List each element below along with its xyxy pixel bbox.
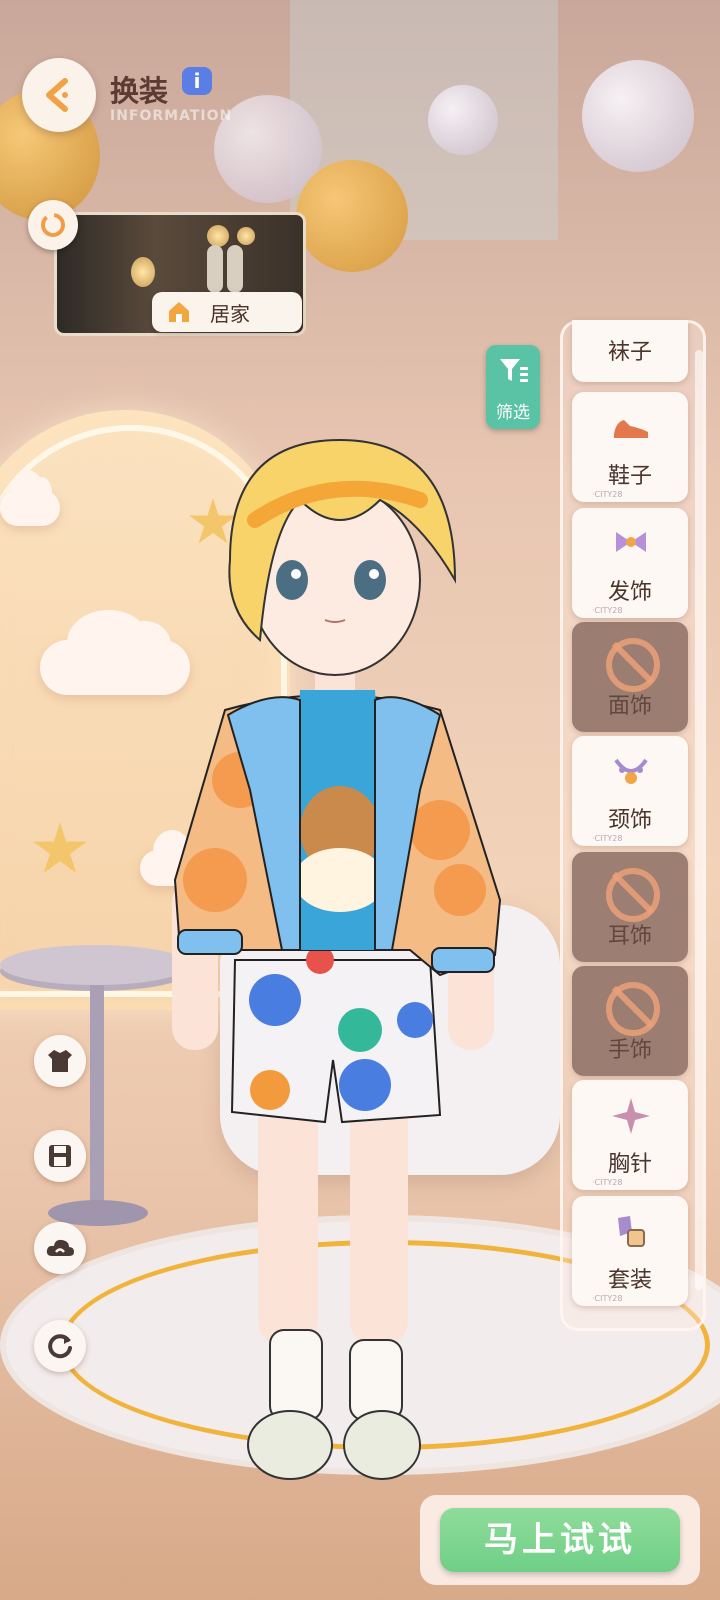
outfit-set-icon [618,1216,645,1247]
lamp-decor [227,245,243,293]
cloud-icon [46,1239,74,1256]
save-icon [49,1145,71,1167]
swap-scene-button[interactable] [28,200,78,250]
page-title: 换装 [110,74,169,108]
necklace-icon [614,758,648,784]
lamp-decor [207,225,229,247]
try-now-button[interactable]: 马上试试 [440,1508,680,1572]
category-tag: ·CITY28 [592,1294,623,1303]
category-hand-accessory[interactable]: 手饰 [572,966,688,1076]
category-necklace[interactable]: 颈饰 ·CITY28 [572,736,688,846]
category-label: 手饰 [607,1038,652,1063]
category-tag: ·CITY28 [592,606,623,615]
category-earrings[interactable]: 耳饰 [572,852,688,962]
info-icon[interactable]: i [182,67,212,95]
lamp-decor [237,227,255,245]
scene-label-text: 居家 [210,301,250,326]
category-label: 袜子 [607,340,652,365]
cloud-button[interactable] [34,1222,86,1274]
category-label: 面饰 [607,694,652,719]
back-button[interactable] [22,58,96,132]
lamp-decor [207,245,223,293]
category-label: 发饰 [607,580,652,605]
shoes-icon [614,420,648,438]
category-tag: ·CITY28 [592,834,623,843]
brooch-star-icon [612,1098,650,1134]
filter-button[interactable]: 筛选 [486,345,540,429]
category-brooch[interactable]: 胸针 ·CITY28 [572,1080,688,1190]
wardrobe-icon [48,1050,72,1072]
ban-icon [606,868,660,922]
refresh-icon [41,213,65,237]
category-tag: ·CITY28 [592,490,623,499]
ban-icon [606,982,660,1036]
category-socks[interactable]: 袜子 [572,320,688,382]
wardrobe-button[interactable] [34,1035,86,1087]
rail-scrollbar[interactable] [695,350,703,1290]
category-label: 胸针 [607,1152,652,1177]
category-label: 套装 [607,1268,652,1293]
category-outfit-set[interactable]: 套装 ·CITY28 [572,1196,688,1306]
home-icon [169,302,189,322]
category-shoes[interactable]: 鞋子 ·CITY28 [572,392,688,502]
hair-bow-icon [616,532,646,552]
category-label: 耳饰 [607,924,652,949]
reset-icon [48,1334,72,1359]
category-label: 颈饰 [607,808,652,833]
filter-label: 筛选 [496,403,530,423]
reset-button[interactable] [34,1320,86,1372]
category-label: 鞋子 [607,464,652,489]
chevron-left-icon [46,78,68,112]
category-face-accessory[interactable]: 面饰 [572,622,688,732]
scene-label-button[interactable]: 居家 [152,292,302,332]
category-tag: ·CITY28 [592,1178,623,1187]
page-subtitle: INFORMATION [110,108,233,124]
filter-icon [500,359,528,382]
category-hair-accessory[interactable]: 发饰 ·CITY28 [572,508,688,618]
ban-icon [606,638,660,692]
lamp-decor [131,257,155,287]
save-button[interactable] [34,1130,86,1182]
